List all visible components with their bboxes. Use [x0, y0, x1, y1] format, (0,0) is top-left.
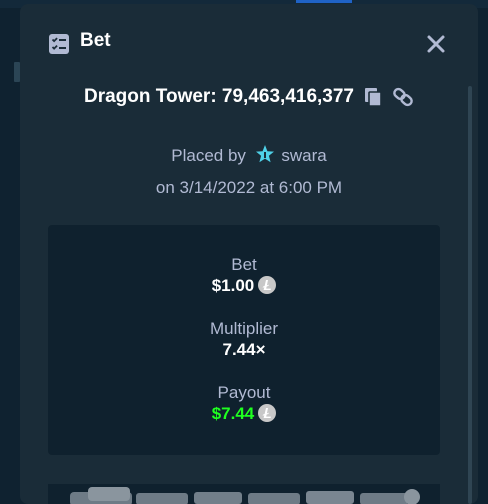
bet-modal: Bet Dragon Tower: 79,463,416,377 Placed … [20, 4, 478, 504]
bet-stats-panel: Bet $1.00 Multiplier 7.44× Payout $7.44 [48, 225, 440, 455]
payout-amount-value: $7.44 [211, 404, 255, 423]
multiplier-label: Multiplier [209, 319, 279, 338]
dragon-tower-preview [70, 487, 420, 504]
bet-amount-value: $1.00 [211, 276, 255, 295]
placed-by-line: Placed by swara [20, 144, 478, 166]
backdrop-accent [296, 0, 352, 3]
modal-title: Bet [80, 30, 111, 51]
close-icon[interactable] [426, 34, 446, 54]
scrollbar-thumb[interactable] [468, 86, 472, 504]
payout-amount: $7.44 [48, 404, 440, 424]
game-preview [48, 484, 440, 504]
bet-amount: $1.00 [48, 276, 440, 296]
modal-header: Bet [20, 4, 478, 66]
bet-date: on 3/14/2022 at 6:00 PM [155, 178, 343, 197]
game-id-line: Dragon Tower: 79,463,416,377 [20, 86, 478, 108]
vip-star-icon [255, 145, 274, 163]
username-link[interactable]: swara [281, 146, 326, 165]
bet-label: Bet [231, 255, 257, 274]
litecoin-icon [258, 276, 277, 294]
bet-icon [49, 34, 69, 54]
link-icon[interactable] [392, 86, 414, 108]
copy-icon[interactable] [362, 86, 384, 108]
game-id: Dragon Tower: 79,463,416,377 [84, 86, 354, 107]
payout-label: Payout [217, 383, 271, 402]
placed-by-label: Placed by [171, 146, 246, 165]
litecoin-icon [258, 404, 277, 422]
multiplier-value: 7.44× [222, 340, 266, 359]
